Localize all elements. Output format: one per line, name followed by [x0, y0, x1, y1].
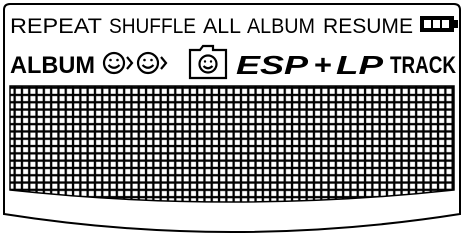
track-label: TRACK — [390, 52, 457, 79]
plus-label: + — [314, 49, 332, 80]
all-label: ALL — [203, 15, 241, 38]
lcd-display: REPEAT SHUFFLE ALL ALBUM RESUME ALBUM ES… — [3, 3, 461, 233]
album-label: ALBUM — [10, 52, 95, 79]
repeat-label: REPEAT — [10, 15, 102, 38]
smiley-arrow-icon — [136, 51, 168, 75]
smiley-folder-icon — [188, 44, 228, 80]
lp-label: LP — [336, 50, 384, 80]
album-label-top: ALBUM — [247, 15, 315, 38]
battery-icon — [420, 16, 458, 32]
resume-label: RESUME — [323, 15, 413, 38]
shuffle-label: SHUFFLE — [109, 15, 196, 38]
esp-label: ESP — [236, 50, 309, 80]
smiley-arrow-icon — [102, 51, 134, 75]
